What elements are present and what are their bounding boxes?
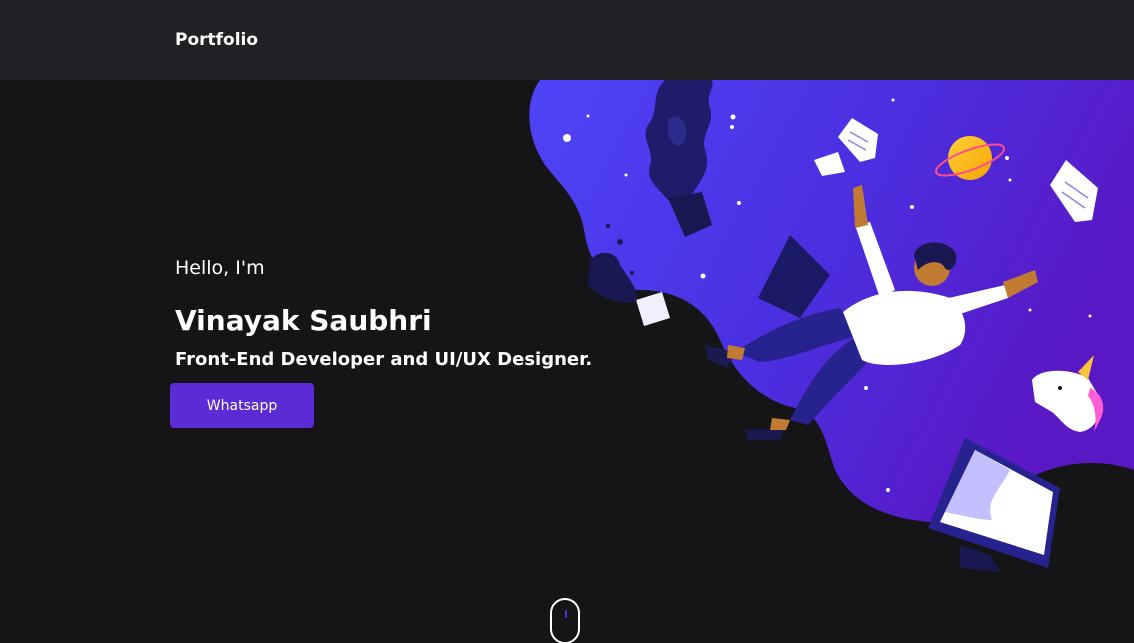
hero-role-subtitle: Front-End Developer and UI/UX Designer.: [175, 348, 593, 370]
hero-page: Portfolio Hello, I'm Vinayak Saubhri Fro…: [0, 0, 1134, 643]
navbar: Portfolio: [0, 0, 1134, 80]
scroll-wheel-indicator: [565, 610, 567, 618]
greeting-text: Hello, I'm: [175, 257, 265, 279]
hero-illustration: [529, 80, 1134, 572]
hero-name-heading: Vinayak Saubhri: [175, 303, 432, 337]
mouse-scroll-icon[interactable]: [550, 598, 580, 643]
brand-logo-link[interactable]: Portfolio: [175, 30, 258, 50]
whatsapp-button[interactable]: Whatsapp: [170, 383, 314, 428]
